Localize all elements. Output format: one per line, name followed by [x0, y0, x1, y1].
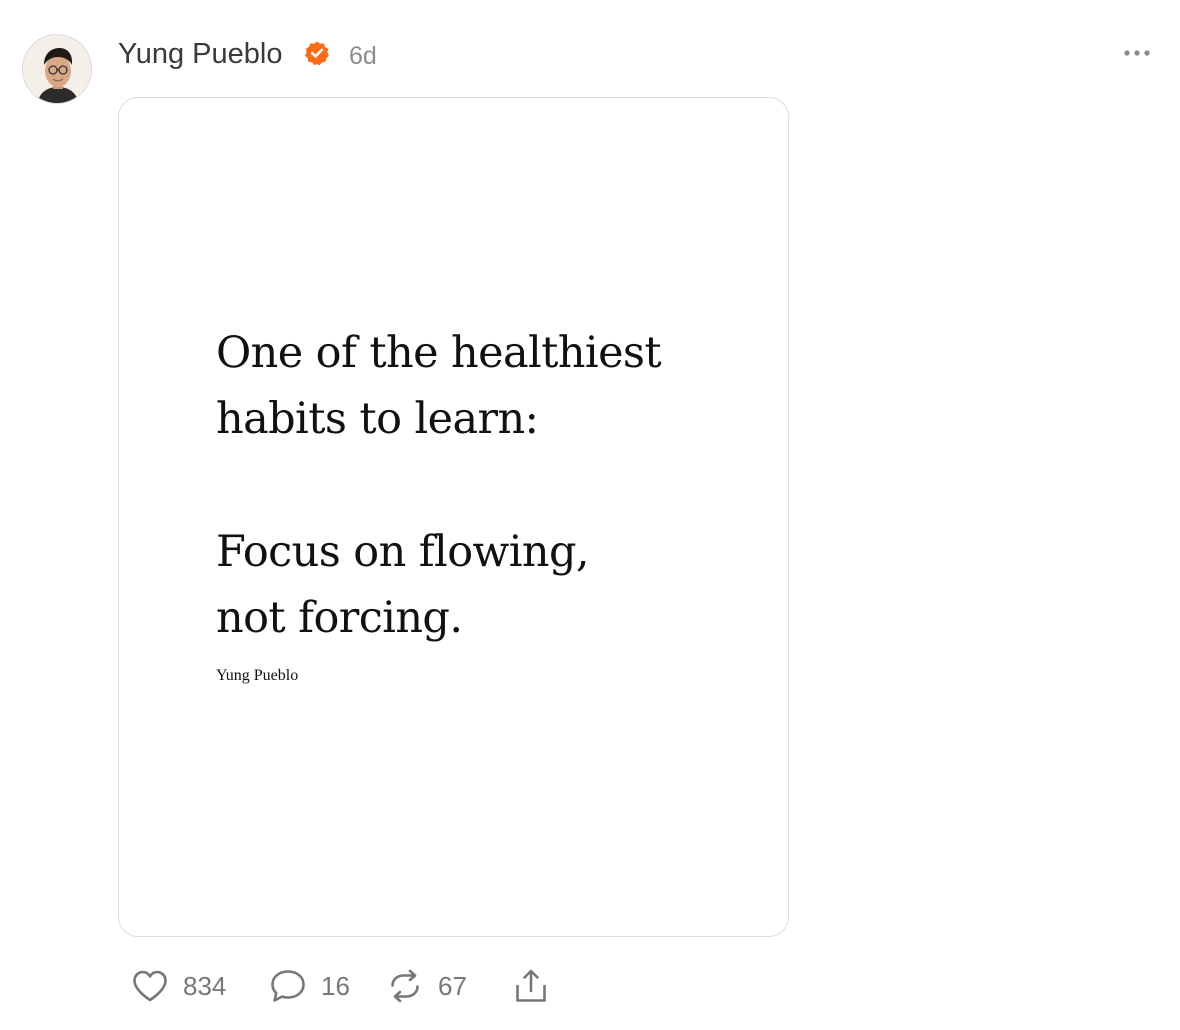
comment-button[interactable]: 16	[269, 966, 350, 1006]
author-name[interactable]: Yung Pueblo	[118, 36, 282, 72]
heart-icon	[133, 970, 167, 1002]
avatar-photo	[23, 35, 91, 103]
quote-signature: Yung Pueblo	[216, 667, 299, 684]
author-avatar[interactable]	[22, 34, 92, 104]
verified-badge-icon	[305, 41, 329, 66]
like-button[interactable]: 834	[131, 966, 226, 1006]
post-image-card[interactable]: One of the healthiest habits to learn: F…	[118, 97, 789, 937]
quote-line: not forcing.	[216, 593, 463, 643]
repost-count: 67	[438, 970, 467, 1001]
quote-line: Focus on flowing,	[216, 527, 590, 577]
share-upload-icon	[516, 969, 546, 1002]
share-button[interactable]	[512, 966, 550, 1006]
like-count: 834	[183, 970, 227, 1001]
comment-count: 16	[321, 970, 350, 1001]
comment-bubble-icon	[271, 970, 305, 1002]
more-options-icon[interactable]	[1120, 44, 1154, 62]
repost-arrows-icon	[391, 969, 419, 1003]
quote-line: One of the healthiest	[216, 328, 662, 378]
repost-button[interactable]: 67	[386, 966, 467, 1006]
post-timestamp: 6d	[349, 42, 377, 70]
quote-line: habits to learn:	[216, 394, 539, 444]
